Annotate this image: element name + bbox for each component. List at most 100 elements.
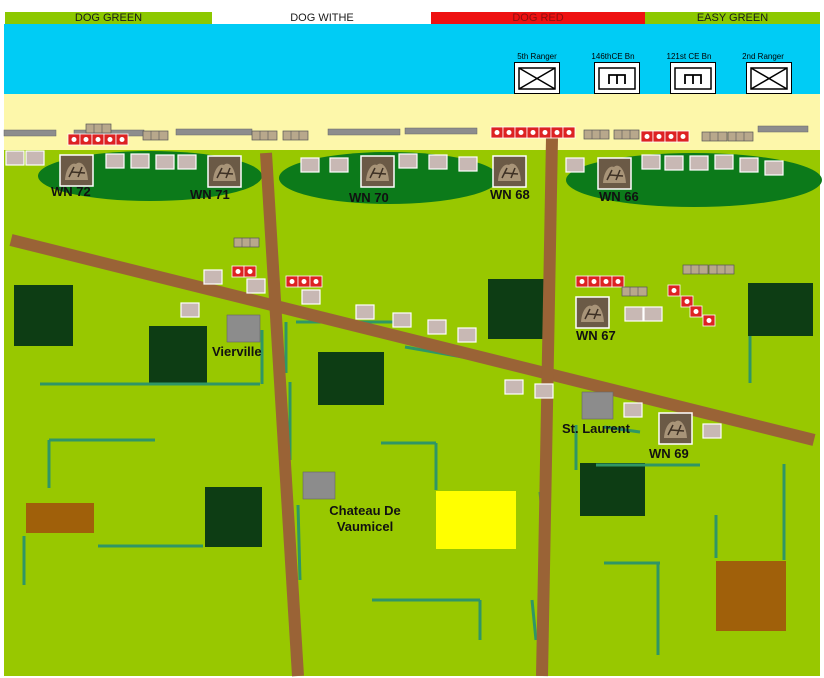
sandbag-icon[interactable] — [682, 264, 709, 275]
village — [302, 471, 336, 500]
mine-icon[interactable] — [514, 126, 528, 139]
unit-5th-ranger[interactable] — [514, 62, 560, 94]
crate-icon — [623, 402, 643, 418]
infantry-symbol-icon — [518, 67, 556, 90]
sandbag-icon[interactable] — [708, 264, 735, 275]
bunker-icon[interactable] — [59, 154, 94, 187]
mine-icon[interactable] — [526, 126, 540, 139]
engineer-symbol-icon — [674, 67, 712, 90]
crate-icon — [643, 306, 663, 322]
unit-146th-ce-bn[interactable] — [594, 62, 640, 94]
mine-icon[interactable] — [702, 314, 716, 327]
mine-icon[interactable] — [611, 275, 625, 288]
mine-icon[interactable] — [575, 275, 589, 288]
crate-icon — [702, 423, 722, 439]
strongpoint-label-wn67: WN 67 — [576, 328, 616, 343]
unit-label-2nd-ranger: 2nd Ranger — [742, 52, 784, 61]
sandbag-icon[interactable] — [701, 131, 728, 142]
woods — [488, 279, 546, 339]
mine-icon[interactable] — [640, 130, 654, 143]
mine-icon[interactable] — [67, 133, 81, 146]
crate-icon — [246, 278, 266, 294]
unit-label-121st-ce: 121st CE Bn — [666, 52, 712, 61]
field — [436, 491, 516, 549]
crate-icon — [203, 269, 223, 285]
crate-icon — [565, 157, 585, 173]
crate-icon — [624, 306, 644, 322]
infantry-symbol-icon — [750, 67, 788, 90]
village — [226, 314, 261, 343]
crate-icon — [155, 154, 175, 170]
bunker-icon[interactable] — [575, 296, 610, 329]
mine-icon[interactable] — [689, 305, 703, 318]
mine-icon[interactable] — [243, 265, 257, 278]
mine-icon[interactable] — [231, 265, 245, 278]
mine-icon[interactable] — [664, 130, 678, 143]
mine-icon[interactable] — [297, 275, 311, 288]
place-label-st-laurent: St. Laurent — [562, 421, 630, 436]
mine-icon[interactable] — [115, 133, 129, 146]
unit-label-5th-ranger: 5th Ranger — [517, 52, 557, 61]
woods — [205, 487, 262, 547]
mine-icon[interactable] — [91, 133, 105, 146]
mine-icon[interactable] — [502, 126, 516, 139]
sandbag-icon[interactable] — [727, 131, 754, 142]
unit-2nd-ranger[interactable] — [746, 62, 792, 94]
sandbag-icon[interactable] — [142, 130, 169, 141]
place-label-chateau: Chateau De Vaumicel — [304, 503, 426, 535]
crate-icon — [427, 319, 447, 335]
woods — [748, 283, 813, 336]
sandbag-icon[interactable] — [233, 237, 260, 248]
mine-icon[interactable] — [103, 133, 117, 146]
crate-icon — [689, 155, 709, 171]
mine-icon[interactable] — [680, 295, 694, 308]
mine-icon[interactable] — [676, 130, 690, 143]
bunker-icon[interactable] — [658, 412, 693, 445]
woods — [149, 326, 207, 385]
crate-icon — [392, 312, 412, 328]
sandbag-icon[interactable] — [251, 130, 278, 141]
sandbag-icon[interactable] — [85, 123, 112, 134]
village — [581, 391, 614, 420]
mine-icon[interactable] — [309, 275, 323, 288]
mine-icon[interactable] — [538, 126, 552, 139]
sector-easy-green: EASY GREEN — [645, 12, 820, 24]
crate-icon — [714, 154, 734, 170]
crate-icon — [355, 304, 375, 320]
mine-icon[interactable] — [667, 284, 681, 297]
mine-icon[interactable] — [285, 275, 299, 288]
terrain-layer — [3, 24, 822, 677]
unit-label-146th-ce: 146thCE Bn — [591, 52, 635, 61]
strongpoint-label-wn68: WN 68 — [490, 187, 530, 202]
sandbag-icon[interactable] — [621, 286, 648, 297]
crate-icon — [534, 383, 554, 399]
crate-icon — [504, 379, 524, 395]
crate-icon — [664, 155, 684, 171]
mine-icon[interactable] — [562, 126, 576, 139]
sector-dog-green: DOG GREEN — [5, 12, 212, 24]
sandbag-icon[interactable] — [282, 130, 309, 141]
engineer-symbol-icon — [598, 67, 636, 90]
crate-icon — [458, 156, 478, 172]
bunker-icon[interactable] — [207, 155, 242, 188]
mine-icon[interactable] — [550, 126, 564, 139]
mine-icon[interactable] — [490, 126, 504, 139]
mine-icon[interactable] — [79, 133, 93, 146]
crate-icon — [428, 154, 448, 170]
mine-icon[interactable] — [652, 130, 666, 143]
mine-icon[interactable] — [599, 275, 613, 288]
unit-121st-ce-bn[interactable] — [670, 62, 716, 94]
barbed-wire-icon — [175, 128, 253, 136]
mine-icon[interactable] — [587, 275, 601, 288]
sandbag-icon[interactable] — [583, 129, 610, 140]
bunker-icon[interactable] — [492, 155, 527, 188]
woods — [580, 463, 645, 516]
sandbag-icon[interactable] — [613, 129, 640, 140]
barbed-wire-icon — [327, 128, 401, 136]
crate-icon — [329, 157, 349, 173]
bunker-icon[interactable] — [360, 155, 395, 188]
crate-icon — [764, 160, 784, 176]
bunker-icon[interactable] — [597, 157, 632, 190]
sector-dog-white: DOG WITHE — [213, 12, 431, 24]
crate-icon — [398, 153, 418, 169]
